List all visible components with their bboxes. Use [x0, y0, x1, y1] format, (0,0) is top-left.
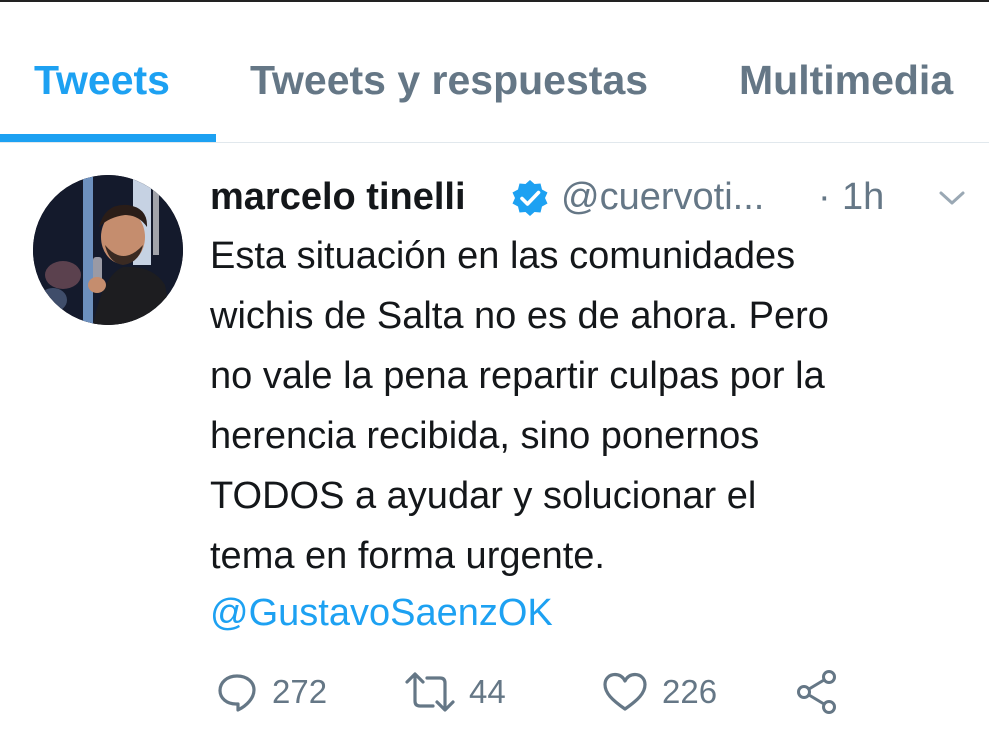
share-button[interactable] — [795, 664, 839, 720]
tweet-header: marcelo tinelli @cuervoti... · 1h — [210, 172, 970, 224]
heart-icon — [602, 671, 648, 713]
tweet-text-line: Esta situación en las comunidades — [210, 235, 796, 277]
reply-button[interactable]: 272 — [216, 664, 327, 720]
tweet-text-line: wichis de Salta no es de ahora. Pero — [210, 295, 829, 337]
author-handle[interactable]: @cuervoti... — [561, 172, 764, 222]
like-count: 226 — [662, 673, 718, 710]
tab-tweets[interactable]: Tweets — [34, 56, 170, 104]
avatar[interactable] — [33, 175, 183, 325]
like-button[interactable]: 226 — [602, 664, 717, 720]
retweet-count: 44 — [469, 673, 506, 710]
retweet-icon — [405, 671, 455, 713]
tweet-text-line: herencia recibida, sino ponernos — [210, 415, 760, 457]
tweet-text-line: tema en forma urgente. — [210, 535, 605, 577]
mention-link[interactable]: @GustavoSaenzOK — [210, 584, 553, 642]
avatar-photo — [33, 175, 183, 325]
tab-tweets-y-respuestas[interactable]: Tweets y respuestas — [250, 56, 648, 104]
chevron-down-icon[interactable] — [937, 186, 967, 210]
tweet-text-line: no vale la pena repartir culpas por la — [210, 355, 825, 397]
separator-dot: · — [818, 176, 831, 218]
reply-count: 272 — [272, 673, 328, 710]
tweet-text-line: TODOS a ayudar y solucionar el — [210, 475, 757, 517]
active-tab-indicator — [0, 134, 216, 142]
reply-icon — [216, 671, 258, 713]
share-icon — [795, 669, 839, 715]
tweet-text: Esta situación en las comunidades wichis… — [210, 226, 980, 586]
retweet-button[interactable]: 44 — [405, 664, 506, 720]
tweet-timestamp[interactable]: 1h — [842, 172, 884, 222]
tab-multimedia[interactable]: Multimedia — [739, 56, 953, 104]
tabs-divider — [0, 142, 989, 143]
author-name[interactable]: marcelo tinelli — [210, 172, 466, 222]
profile-tabs: Tweets Tweets y respuestas Multimedia — [0, 0, 989, 143]
verified-badge-icon — [510, 178, 550, 218]
tweet-actions: 272 44 226 — [210, 664, 970, 720]
